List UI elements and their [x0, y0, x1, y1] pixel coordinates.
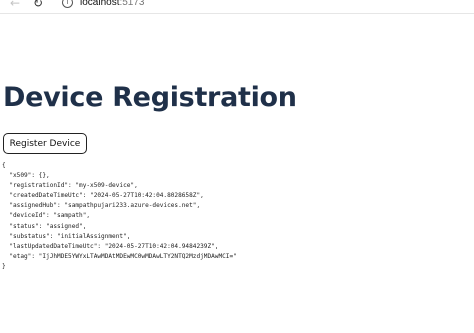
register-device-button[interactable]: Register Device [3, 133, 87, 154]
address-bar[interactable]: localhost:5173 [80, 0, 145, 9]
info-icon[interactable]: i [62, 0, 73, 8]
url-host: localhost [80, 0, 120, 8]
page-title: Device Registration [3, 82, 297, 113]
browser-toolbar: ← ↻ i localhost:5173 [0, 0, 474, 14]
reload-icon[interactable]: ↻ [33, 0, 43, 10]
registration-result-json: { "x509": {}, "registrationId": "my-x509… [2, 162, 237, 270]
arrow-left-icon[interactable]: ← [10, 0, 20, 10]
page-content: Device Registration Register Device { "x… [0, 14, 474, 333]
url-port: :5173 [119, 0, 145, 8]
